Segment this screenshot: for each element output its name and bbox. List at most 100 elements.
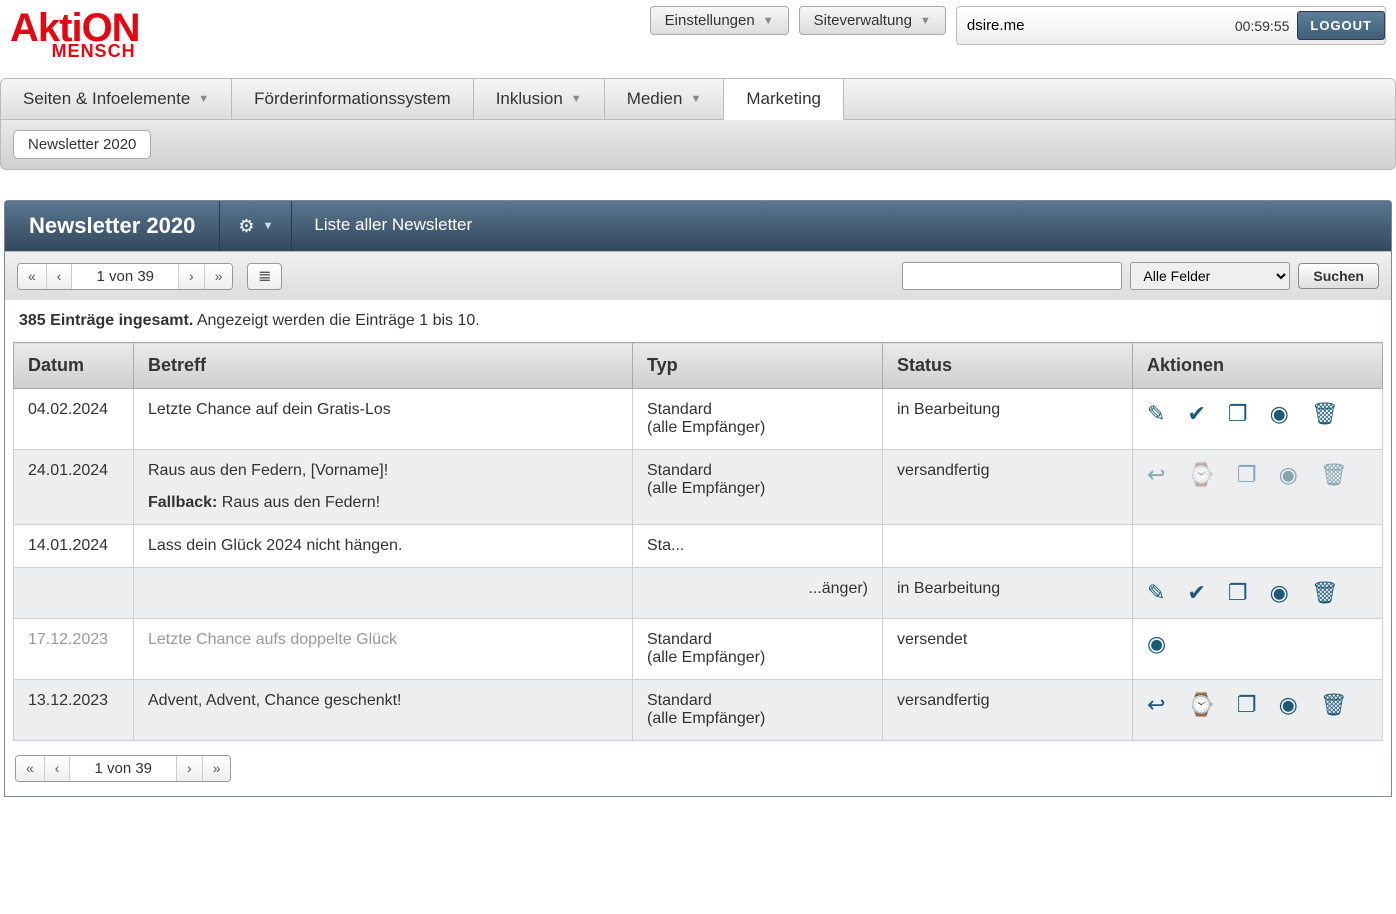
eye-icon[interactable]: ◉ [1279,462,1298,488]
subtab-newsletter[interactable]: Newsletter 2020 [13,130,151,159]
tab-label: Medien [627,89,683,109]
cell-subject: Letzte Chance auf dein Gratis-Los [134,389,633,450]
cell-subject: Letzte Chance aufs doppelte Glück [134,619,633,680]
pager-last[interactable]: » [203,756,231,781]
fallback-label: Fallback: [148,494,217,511]
cell-subject: Advent, Advent, Chance geschenkt! [134,680,633,741]
chevron-down-icon: ▼ [920,15,931,27]
cell-type: ...änger) [633,568,883,619]
table-row: 17.12.2023Letzte Chance aufs doppelte Gl… [14,619,1383,680]
check-icon[interactable]: ✔ [1187,401,1205,427]
logout-button[interactable]: LOGOUT [1297,11,1385,40]
panel-header: Newsletter 2020 ⚙ ▼ Liste aller Newslett… [5,201,1391,251]
table-row: ...änger)in Bearbeitung ✎ ✔ ❐ ◉ 🗑 [14,568,1383,619]
eye-icon[interactable]: ◉ [1270,580,1289,606]
copy-icon[interactable]: ❐ [1237,462,1257,488]
pager-prev[interactable]: ‹ [45,756,71,781]
tab-label: Förderinformationssystem [254,89,451,109]
col-date[interactable]: Datum [14,343,134,389]
chevron-down-icon: ▼ [690,93,701,105]
fallback-text: Raus aus den Federn! [217,494,380,511]
main-nav: Seiten & Infoelemente▼Förderinformations… [0,78,1396,120]
copy-icon[interactable]: ❐ [1228,580,1248,606]
cell-status: in Bearbeitung [883,389,1133,450]
cell-type: Standard(alle Empfänger) [633,680,883,741]
settings-sliders-icon[interactable]: 𝌆 [247,263,282,290]
check-icon[interactable]: ✔ [1187,580,1205,606]
cell-subject: Raus aus den Federn, [Vorname]!Fallback:… [134,450,633,525]
toolbar: « ‹ 1 von 39 › » 𝌆 Alle Felder Suchen [5,251,1391,300]
cell-status: in Bearbeitung [883,568,1133,619]
trash-icon[interactable]: 🗑 [1320,692,1348,718]
col-type[interactable]: Typ [633,343,883,389]
pager-first[interactable]: « [18,264,47,289]
tab-seiten-infoelemente[interactable]: Seiten & Infoelemente▼ [1,79,232,119]
reply-icon[interactable]: ↩ [1147,692,1165,718]
tab-medien[interactable]: Medien ▼ [605,79,725,119]
clock-icon[interactable]: ⌚ [1187,692,1214,718]
settings-label: Einstellungen [665,12,755,29]
pager-next[interactable]: › [179,264,205,289]
username-field[interactable] [967,17,1227,34]
siteadmin-label: Siteverwaltung [814,12,912,29]
table-row: 04.02.2024Letzte Chance auf dein Gratis-… [14,389,1383,450]
trash-icon[interactable]: 🗑 [1311,401,1339,427]
pager-info: 1 von 39 [72,264,179,289]
cell-status: versendet [883,619,1133,680]
col-subject[interactable]: Betreff [134,343,633,389]
cell-actions [1133,525,1383,568]
clock-icon[interactable]: ⌚ [1187,462,1214,488]
gear-icon: ⚙ [238,216,254,237]
table-row: 24.01.2024Raus aus den Federn, [Vorname]… [14,450,1383,525]
copy-icon[interactable]: ❐ [1237,692,1257,718]
pencil-icon[interactable]: ✎ [1147,401,1165,427]
eye-icon[interactable]: ◉ [1147,631,1166,657]
cell-actions: ✎ ✔ ❐ ◉ 🗑 [1133,568,1383,619]
cell-actions: ↩ ⌚ ❐ ◉ 🗑 [1133,680,1383,741]
chevron-down-icon: ▼ [262,220,273,232]
reply-icon[interactable]: ↩ [1147,462,1165,488]
pager-next[interactable]: › [177,756,203,781]
cell-status [883,525,1133,568]
col-status[interactable]: Status [883,343,1133,389]
trash-icon[interactable]: 🗑 [1320,462,1348,488]
trash-icon[interactable]: 🗑 [1311,580,1339,606]
chevron-down-icon: ▼ [763,15,774,27]
result-summary: 385 Einträge ingesamt. Angezeigt werden … [5,300,1391,342]
eye-icon[interactable]: ◉ [1279,692,1298,718]
session-timer: 00:59:55 [1227,18,1298,34]
search-input[interactable] [902,262,1122,290]
cell-status: versandfertig [883,450,1133,525]
tab-inklusion[interactable]: Inklusion▼ [474,79,605,119]
search-button[interactable]: Suchen [1298,263,1379,289]
col-actions[interactable]: Aktionen [1133,343,1383,389]
tab-marketing[interactable]: Marketing [724,79,844,120]
pager-bottom: « ‹ 1 von 39 › » [15,755,231,782]
summary-count: 385 Einträge ingesamt. [19,312,193,329]
table-row: 13.12.2023Advent, Advent, Chance geschen… [14,680,1383,741]
pager-prev[interactable]: ‹ [47,264,73,289]
pager-info: 1 von 39 [70,756,177,781]
pager-last[interactable]: » [205,264,233,289]
tab-label: Seiten & Infoelemente [23,89,190,109]
siteadmin-menu[interactable]: Siteverwaltung ▼ [799,6,946,35]
copy-icon[interactable]: ❐ [1228,401,1248,427]
cell-type: Standard(alle Empfänger) [633,450,883,525]
cell-type: Standard(alle Empfänger) [633,389,883,450]
cell-actions: ✎ ✔ ❐ ◉ 🗑 [1133,389,1383,450]
search-field-select[interactable]: Alle Felder [1130,262,1290,290]
panel-gear-menu[interactable]: ⚙ ▼ [220,201,292,251]
cell-actions: ◉ [1133,619,1383,680]
pencil-icon[interactable]: ✎ [1147,580,1165,606]
summary-range: Angezeigt werden die Einträge 1 bis 10. [193,312,479,329]
eye-icon[interactable]: ◉ [1270,401,1289,427]
cell-subject [134,568,633,619]
newsletter-table: Datum Betreff Typ Status Aktionen 04.02.… [13,342,1383,741]
tab-f-rderinformationssystem[interactable]: Förderinformationssystem [232,79,474,119]
user-box: 00:59:55 LOGOUT [956,6,1386,45]
pager-first[interactable]: « [16,756,45,781]
cell-type: Standard(alle Empfänger) [633,619,883,680]
settings-menu[interactable]: Einstellungen ▼ [650,6,789,35]
cell-date: 17.12.2023 [14,619,134,680]
sub-nav: Newsletter 2020 [0,120,1396,170]
